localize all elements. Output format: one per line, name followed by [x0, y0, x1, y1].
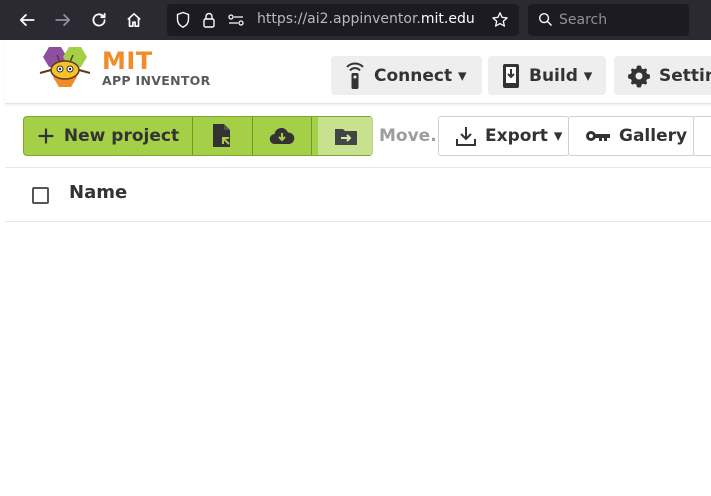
- new-project-button[interactable]: New project: [24, 117, 194, 155]
- back-arrow-icon[interactable]: [15, 8, 39, 32]
- download-cloud-button[interactable]: [253, 117, 313, 155]
- url-domain: mit.edu: [420, 11, 475, 27]
- app-inventor-logo-icon[interactable]: [35, 43, 91, 95]
- connect-button[interactable]: Connect ▾: [331, 56, 482, 95]
- remote-signal-icon: [346, 62, 364, 89]
- export-button[interactable]: Export ▾: [438, 116, 569, 156]
- gallery-button[interactable]: Gallery: [568, 116, 695, 156]
- project-list-header: Name: [5, 167, 711, 222]
- build-button[interactable]: Build ▾: [488, 56, 606, 95]
- new-project-label: New project: [63, 126, 180, 146]
- cloud-download-icon: [269, 127, 295, 145]
- url-bar[interactable]: https://ai2.appinventor.mit.edu: [167, 4, 519, 36]
- gallery-label: Gallery: [619, 126, 688, 146]
- file-import-icon: [213, 124, 231, 147]
- lock-icon[interactable]: [201, 11, 217, 33]
- forward-arrow-icon[interactable]: [51, 8, 75, 32]
- url-prefix: https://ai2.appinventor.: [257, 11, 421, 27]
- gear-icon: [628, 65, 650, 87]
- home-icon[interactable]: [122, 8, 146, 32]
- search-bar[interactable]: Search: [528, 4, 689, 36]
- page-content: MIT APP INVENTOR Connect ▾ Build ▾ Setti…: [0, 40, 711, 496]
- logo-app-inventor-text: APP INVENTOR: [102, 73, 211, 88]
- permissions-icon[interactable]: [227, 12, 245, 32]
- logo-mit-text: MIT: [102, 47, 153, 75]
- app-header: MIT APP INVENTOR Connect ▾ Build ▾ Setti…: [5, 40, 711, 104]
- download-icon: [456, 127, 476, 146]
- settings-button[interactable]: Settin: [614, 56, 711, 95]
- plus-icon: [38, 128, 54, 144]
- search-icon: [538, 12, 553, 31]
- column-header-name[interactable]: Name: [69, 182, 127, 203]
- project-toolbar: New project Move... Export ▾ Gallery: [5, 108, 711, 164]
- select-all-checkbox[interactable]: [32, 187, 49, 204]
- url-text[interactable]: https://ai2.appinventor.mit.edu: [257, 11, 475, 27]
- search-placeholder: Search: [559, 12, 608, 28]
- settings-label: Settin: [659, 65, 711, 86]
- reload-icon[interactable]: [87, 8, 111, 32]
- export-label: Export ▾: [485, 126, 563, 146]
- connect-label: Connect ▾: [374, 65, 467, 86]
- browser-toolbar: https://ai2.appinventor.mit.edu Search: [0, 0, 711, 40]
- toolbar-overflow-button[interactable]: [693, 116, 711, 156]
- import-project-button[interactable]: [193, 117, 253, 155]
- shield-icon[interactable]: [175, 11, 191, 33]
- folder-move-icon: [318, 117, 373, 155]
- build-download-icon: [503, 63, 519, 88]
- key-icon: [586, 131, 610, 141]
- move-button[interactable]: Move...: [318, 117, 450, 155]
- bookmark-star-icon[interactable]: [491, 11, 509, 33]
- build-label: Build ▾: [529, 65, 593, 86]
